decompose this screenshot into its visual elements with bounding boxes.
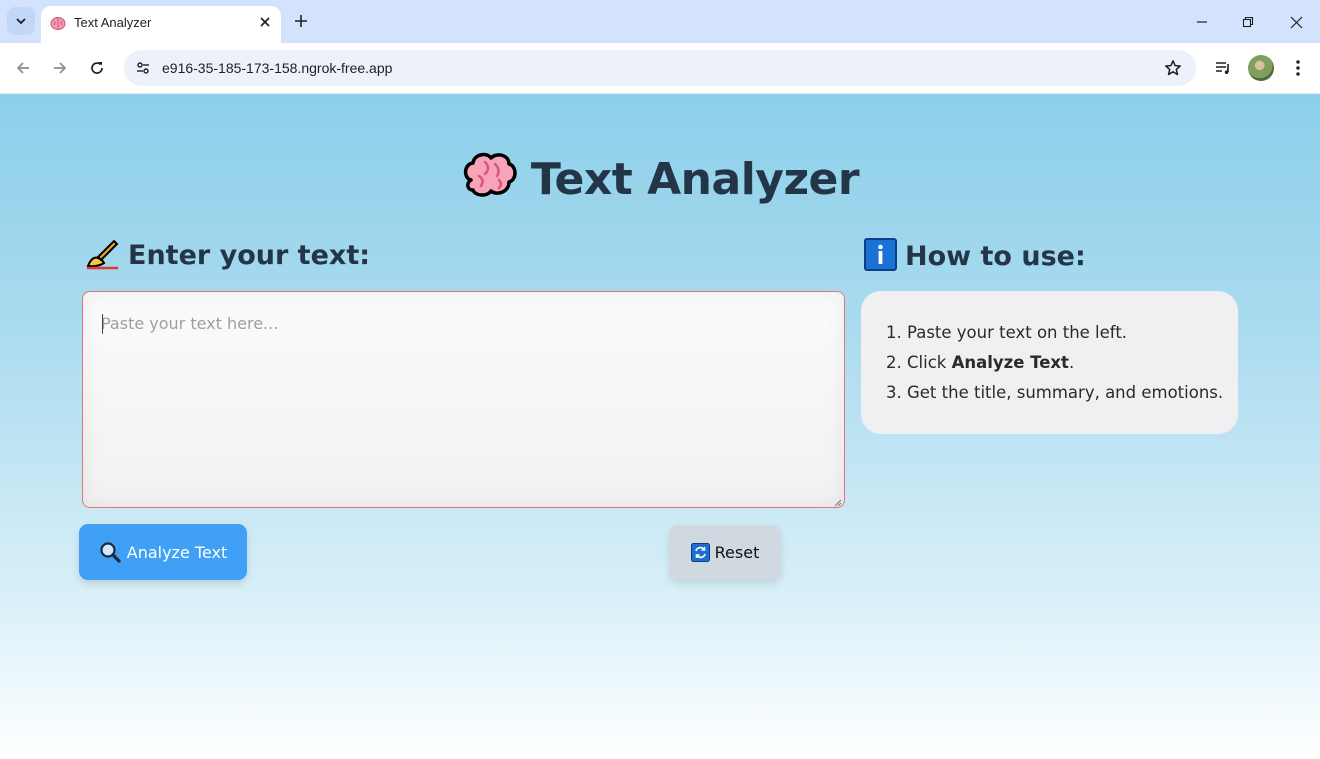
- url-text: e916-35-185-173-158.ngrok-free.app: [162, 60, 393, 76]
- text-cursor: [102, 314, 103, 334]
- step-text: Click: [907, 353, 952, 372]
- address-bar[interactable]: e916-35-185-173-158.ngrok-free.app: [124, 50, 1196, 86]
- step-text-end: .: [1068, 353, 1075, 372]
- magnifier-icon: [100, 542, 121, 563]
- input-section-heading: Enter your text:: [84, 238, 370, 277]
- help-card: 1. Paste your text on the left. 2. Click…: [861, 291, 1238, 434]
- page-title-text: Text Analyzer: [530, 154, 860, 205]
- plus-icon: [295, 15, 307, 27]
- page-title: Text Analyzer: [0, 150, 1320, 211]
- site-info-button[interactable]: [133, 58, 153, 78]
- reset-button[interactable]: Reset: [669, 525, 781, 580]
- back-arrow-icon: [16, 62, 29, 74]
- bookmark-button[interactable]: [1162, 57, 1184, 79]
- star-icon: [1165, 60, 1181, 76]
- browser-tab-active[interactable]: Text Analyzer: [41, 6, 281, 43]
- text-input[interactable]: [82, 291, 845, 508]
- chevron-down-icon: [16, 18, 26, 25]
- step-number: 3.: [886, 383, 902, 402]
- step-text: Paste your text on the left.: [907, 323, 1128, 342]
- forward-arrow-icon: [54, 62, 67, 74]
- help-step-3: 3. Get the title, summary, and emotions.: [886, 380, 1238, 410]
- analyze-button[interactable]: Analyze Text: [79, 524, 247, 580]
- brain-icon: [50, 17, 66, 30]
- close-icon: [1290, 16, 1302, 28]
- new-tab-button[interactable]: [290, 10, 312, 32]
- step-emphasis: Analyze Text: [951, 353, 1069, 372]
- minimize-button[interactable]: [1187, 7, 1217, 37]
- writing-hand-icon: [84, 238, 120, 277]
- site-settings-icon: [137, 62, 149, 74]
- refresh-icon: [690, 543, 710, 562]
- avatar[interactable]: [1248, 55, 1274, 81]
- browser-menu-button[interactable]: [1285, 55, 1311, 81]
- restore-button[interactable]: [1233, 7, 1263, 37]
- media-controls-button[interactable]: [1210, 55, 1236, 81]
- help-section-title: How to use:: [905, 241, 1086, 272]
- back-button[interactable]: [9, 54, 37, 82]
- brain-icon: [461, 150, 517, 211]
- help-step-1: 1. Paste your text on the left.: [886, 320, 1238, 350]
- step-number: 1.: [886, 323, 902, 342]
- forward-button[interactable]: [46, 54, 74, 82]
- tab-close-button[interactable]: [255, 12, 275, 32]
- kebab-menu-icon: [1296, 60, 1300, 76]
- step-number: 2.: [886, 353, 902, 372]
- input-section-title: Enter your text:: [128, 240, 371, 271]
- reset-button-label: Reset: [714, 543, 760, 562]
- app-page: Text Analyzer Enter your text: How to us…: [0, 94, 1320, 759]
- help-step-2: 2. Click Analyze Text.: [886, 350, 1238, 380]
- help-section-heading: How to use:: [864, 238, 1086, 278]
- minimize-icon: [1197, 21, 1207, 23]
- reload-button[interactable]: [83, 54, 111, 82]
- analyze-button-label: Analyze Text: [126, 542, 228, 562]
- resize-handle-icon[interactable]: [832, 497, 842, 507]
- close-window-button[interactable]: [1281, 7, 1311, 37]
- step-text: Get the title, summary, and emotions.: [907, 383, 1224, 402]
- reload-icon: [91, 62, 103, 74]
- tab-title: Text Analyzer: [74, 15, 152, 30]
- browser-tabstrip: Text Analyzer: [0, 0, 1320, 43]
- tab-search-button[interactable]: [7, 7, 35, 35]
- information-icon: [864, 238, 897, 278]
- close-icon: [260, 17, 270, 27]
- restore-icon: [1242, 16, 1254, 28]
- media-playlist-icon: [1216, 62, 1229, 74]
- browser-toolbar: e916-35-185-173-158.ngrok-free.app: [0, 43, 1320, 94]
